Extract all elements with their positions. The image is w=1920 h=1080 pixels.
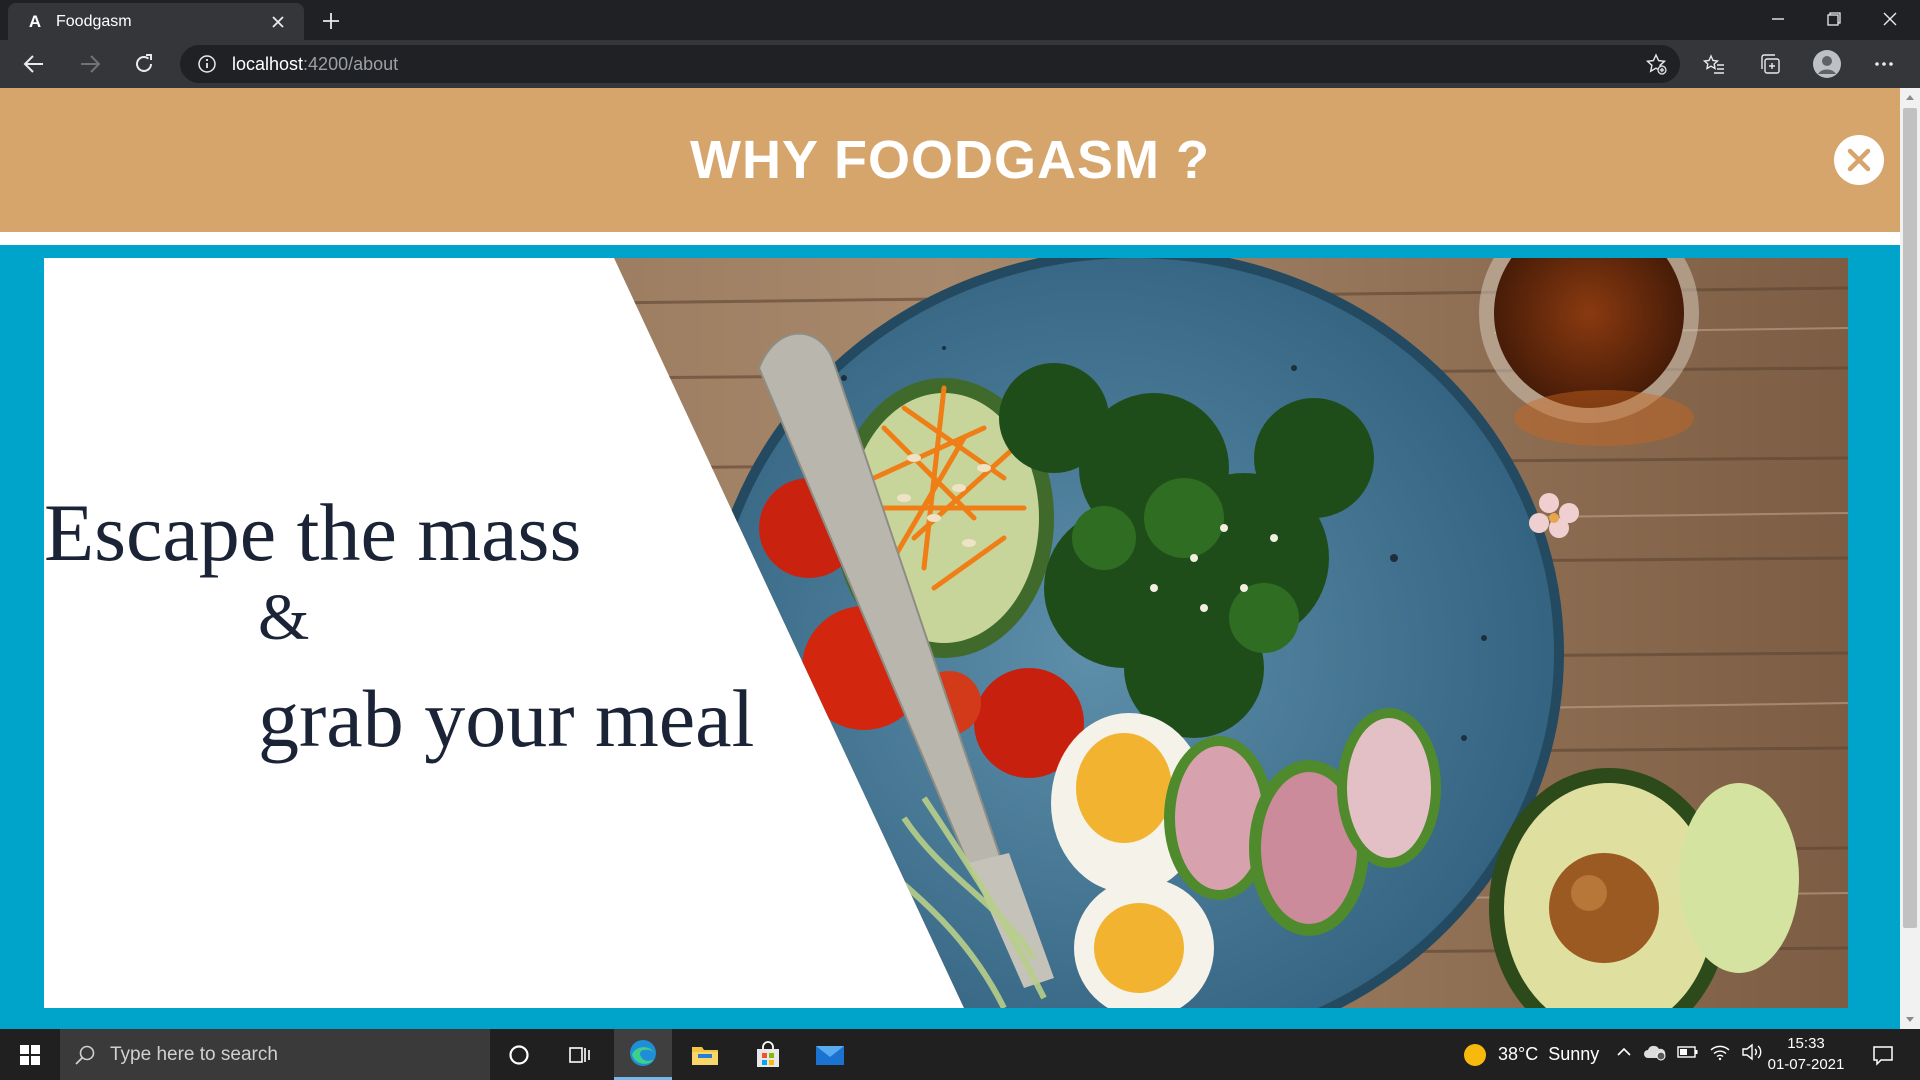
- profile-avatar[interactable]: [1811, 48, 1843, 80]
- hero-frame: Escape the mass & grab your meal: [0, 245, 1900, 1029]
- address-bar[interactable]: localhost:4200/about: [180, 45, 1680, 83]
- tab-title: Foodgasm: [56, 12, 132, 30]
- weather-temp: 38°C: [1498, 1044, 1539, 1064]
- wifi-icon[interactable]: [1709, 1043, 1731, 1066]
- weather-widget[interactable]: 38°C Sunny: [1462, 1029, 1599, 1080]
- search-placeholder: Type here to search: [110, 1043, 278, 1065]
- hero-panel: Escape the mass & grab your meal: [44, 258, 1848, 1008]
- cortana-icon[interactable]: [490, 1029, 548, 1080]
- more-options-icon[interactable]: [1868, 48, 1900, 80]
- search-icon: [74, 1044, 96, 1066]
- reload-button[interactable]: [128, 48, 160, 80]
- notification-center-button[interactable]: [1858, 1029, 1908, 1080]
- battery-icon[interactable]: [1677, 1045, 1699, 1064]
- close-window-button[interactable]: [1862, 0, 1918, 38]
- favorites-icon[interactable]: [1698, 48, 1730, 80]
- windows-taskbar: Type here to search 38°C Sunny 15:33 01-…: [0, 1029, 1920, 1080]
- scroll-down-arrow-icon[interactable]: [1900, 1011, 1920, 1029]
- browser-toolbar: localhost:4200/about: [0, 40, 1920, 88]
- url-path: :4200/about: [303, 53, 399, 74]
- tagline-ampersand: &: [258, 581, 310, 654]
- windows-icon: [20, 1044, 40, 1065]
- site-info-icon[interactable]: [196, 53, 218, 75]
- clock-time: 15:33: [1787, 1035, 1825, 1052]
- file-explorer-icon[interactable]: [676, 1029, 734, 1080]
- minimize-button[interactable]: [1750, 0, 1806, 38]
- hero-tagline: Escape the mass & grab your meal: [44, 258, 944, 1008]
- system-tray: [1615, 1029, 1763, 1080]
- mail-icon[interactable]: [801, 1029, 859, 1080]
- restore-button[interactable]: [1806, 0, 1862, 38]
- onedrive-icon[interactable]: [1643, 1043, 1667, 1066]
- add-favorite-icon[interactable]: [1640, 48, 1672, 80]
- angular-icon: A: [28, 11, 42, 31]
- close-icon: [1847, 148, 1871, 172]
- collections-icon[interactable]: [1754, 48, 1786, 80]
- back-button[interactable]: [18, 48, 50, 80]
- page-header: WHY FOODGASM ?: [0, 88, 1900, 232]
- scroll-thumb[interactable]: [1903, 108, 1917, 928]
- show-hidden-icons-icon[interactable]: [1615, 1043, 1633, 1066]
- start-button[interactable]: [0, 1029, 60, 1080]
- page-title: WHY FOODGASM ?: [690, 130, 1210, 190]
- forward-button[interactable]: [74, 48, 106, 80]
- weather-condition: Sunny: [1548, 1044, 1600, 1064]
- page-viewport: WHY FOODGASM ? Escape the mass & grab yo…: [0, 88, 1900, 1029]
- page-scrollbar[interactable]: [1900, 88, 1920, 1029]
- edge-icon[interactable]: [614, 1029, 672, 1080]
- browser-tab[interactable]: A Foodgasm: [8, 3, 304, 40]
- store-icon[interactable]: [739, 1029, 797, 1080]
- task-view-icon[interactable]: [551, 1029, 609, 1080]
- taskbar-clock[interactable]: 15:33 01-07-2021: [1760, 1033, 1852, 1075]
- browser-tab-strip: A Foodgasm: [0, 0, 1920, 40]
- tab-close-icon[interactable]: [266, 10, 290, 34]
- url-host: localhost: [232, 53, 304, 74]
- url-text: localhost:4200/about: [232, 54, 398, 75]
- sun-icon: [1464, 1043, 1486, 1066]
- new-tab-button[interactable]: [316, 6, 346, 36]
- notification-icon: [1873, 1045, 1893, 1066]
- tagline-line-3: grab your meal: [258, 673, 755, 764]
- scroll-up-arrow-icon[interactable]: [1900, 88, 1920, 106]
- taskbar-search-box[interactable]: Type here to search: [60, 1029, 490, 1080]
- clock-date: 01-07-2021: [1767, 1056, 1845, 1073]
- close-button[interactable]: [1834, 135, 1884, 185]
- tagline-line-1: Escape the mass: [44, 487, 582, 578]
